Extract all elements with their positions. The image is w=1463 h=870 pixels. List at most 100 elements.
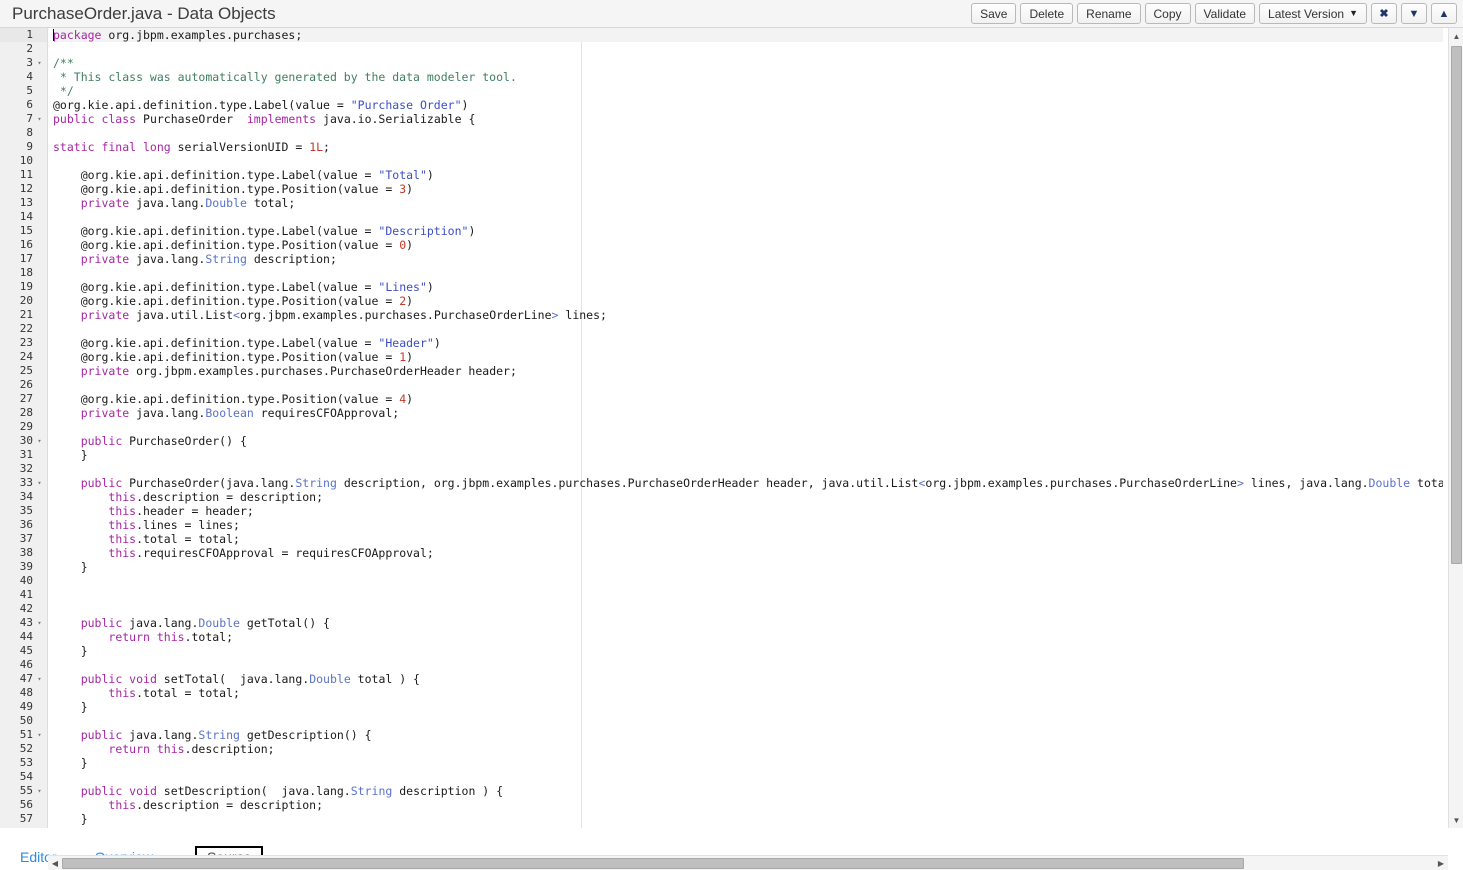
code-line[interactable]: this.lines = lines; [53, 518, 1443, 532]
line-number-gutter[interactable]: 123▾4567▾8910111213141516171819202122232… [0, 28, 48, 828]
scroll-left-icon[interactable]: ◀ [48, 856, 62, 870]
scroll-down-icon[interactable]: ▼ [1449, 812, 1463, 828]
chevron-up-button[interactable]: ▲ [1431, 3, 1457, 24]
code-line[interactable]: } [53, 700, 1443, 714]
code-line[interactable]: public void setDescription( java.lang.St… [53, 784, 1443, 798]
code-line[interactable] [53, 602, 1443, 616]
code-line[interactable]: private org.jbpm.examples.purchases.Purc… [53, 364, 1443, 378]
line-number-label: 53 [20, 756, 33, 769]
validate-button[interactable]: Validate [1195, 3, 1255, 24]
token-plain: @org.kie.api.definition.type.Position(va… [53, 182, 399, 196]
scroll-right-icon[interactable]: ▶ [1434, 856, 1448, 870]
close-button[interactable]: ✖ [1371, 3, 1397, 24]
code-line[interactable]: /** [53, 56, 1443, 70]
fold-toggle-icon[interactable]: ▾ [35, 672, 44, 686]
code-line[interactable] [53, 714, 1443, 728]
code-line[interactable] [53, 658, 1443, 672]
code-line[interactable] [53, 588, 1443, 602]
horizontal-scrollbar[interactable]: ◀ ▶ [48, 855, 1448, 870]
code-line[interactable] [53, 826, 1443, 828]
code-line[interactable]: private java.lang.Double total; [53, 196, 1443, 210]
code-line[interactable]: @org.kie.api.definition.type.Position(va… [53, 294, 1443, 308]
code-line[interactable]: this.description = description; [53, 798, 1443, 812]
code-line[interactable]: public class PurchaseOrder implements ja… [53, 112, 1443, 126]
code-line[interactable]: this.description = description; [53, 490, 1443, 504]
code-area[interactable]: package org.jbpm.examples.purchases; /**… [48, 28, 1443, 828]
code-line[interactable]: } [53, 644, 1443, 658]
horizontal-scroll-thumb[interactable] [62, 858, 1244, 869]
code-line[interactable]: public PurchaseOrder(java.lang.String de… [53, 476, 1443, 490]
code-line[interactable]: * This class was automatically generated… [53, 70, 1443, 84]
code-line[interactable]: @org.kie.api.definition.type.Label(value… [53, 168, 1443, 182]
code-line[interactable] [53, 126, 1443, 140]
rename-button[interactable]: Rename [1077, 3, 1140, 24]
code-line[interactable]: @org.kie.api.definition.type.Label(value… [53, 224, 1443, 238]
token-type: Double [198, 616, 240, 630]
code-line[interactable]: this.requiresCFOApproval = requiresCFOAp… [53, 546, 1443, 560]
vertical-scrollbar[interactable]: ▲ ▼ [1448, 28, 1463, 828]
code-line[interactable]: this.header = header; [53, 504, 1443, 518]
line-number: 53 [0, 756, 47, 770]
code-line[interactable]: } [53, 812, 1443, 826]
scroll-up-icon[interactable]: ▲ [1449, 28, 1463, 44]
code-line[interactable] [53, 42, 1443, 56]
delete-button[interactable]: Delete [1020, 3, 1073, 24]
code-line[interactable] [53, 420, 1443, 434]
code-line[interactable]: } [53, 448, 1443, 462]
fold-toggle-icon[interactable]: ▾ [35, 784, 44, 798]
code-line[interactable] [53, 770, 1443, 784]
line-number: 44 [0, 630, 47, 644]
source-editor[interactable]: 123▾4567▾8910111213141516171819202122232… [0, 28, 1463, 828]
code-line[interactable]: */ [53, 84, 1443, 98]
fold-toggle-icon[interactable]: ▾ [35, 616, 44, 630]
line-number: 42 [0, 602, 47, 616]
code-line[interactable] [53, 266, 1443, 280]
fold-toggle-icon[interactable]: ▾ [35, 112, 44, 126]
code-line[interactable]: @org.kie.api.definition.type.Position(va… [53, 392, 1443, 406]
code-line[interactable] [53, 574, 1443, 588]
code-line[interactable]: @org.kie.api.definition.type.Position(va… [53, 350, 1443, 364]
code-line[interactable]: this.total = total; [53, 532, 1443, 546]
code-line[interactable]: @org.kie.api.definition.type.Label(value… [53, 336, 1443, 350]
code-line[interactable]: return this.total; [53, 630, 1443, 644]
code-line[interactable]: this.total = total; [53, 686, 1443, 700]
code-lines[interactable]: package org.jbpm.examples.purchases; /**… [48, 28, 1443, 828]
line-number: 30▾ [0, 434, 47, 448]
code-line[interactable]: @org.kie.api.definition.type.Label(value… [53, 98, 1443, 112]
line-number-label: 57 [20, 812, 33, 825]
chevron-down-button[interactable]: ▼ [1401, 3, 1427, 24]
code-line[interactable] [53, 210, 1443, 224]
code-line[interactable] [53, 378, 1443, 392]
code-line[interactable]: package org.jbpm.examples.purchases; [53, 28, 1443, 42]
code-line[interactable]: public PurchaseOrder() { [53, 434, 1443, 448]
token-plain [53, 406, 81, 420]
fold-toggle-icon[interactable]: ▾ [35, 476, 44, 490]
fold-toggle-icon[interactable]: ▾ [35, 56, 44, 70]
code-line[interactable]: @org.kie.api.definition.type.Position(va… [53, 238, 1443, 252]
code-line[interactable]: private java.lang.Boolean requiresCFOApp… [53, 406, 1443, 420]
code-line[interactable] [53, 154, 1443, 168]
line-number-label: 29 [20, 420, 33, 433]
code-line[interactable]: private java.util.List<org.jbpm.examples… [53, 308, 1443, 322]
token-plain: requiresCFOApproval; [254, 406, 399, 420]
code-line[interactable]: static final long serialVersionUID = 1L; [53, 140, 1443, 154]
vertical-scroll-thumb[interactable] [1451, 46, 1462, 564]
fold-toggle-icon[interactable]: ▾ [35, 728, 44, 742]
code-line[interactable] [53, 462, 1443, 476]
line-number: 6 [0, 98, 47, 112]
copy-button[interactable]: Copy [1145, 3, 1191, 24]
version-selector[interactable]: Latest Version▼ [1259, 3, 1367, 24]
code-line[interactable]: } [53, 560, 1443, 574]
code-line[interactable]: return this.description; [53, 742, 1443, 756]
code-line[interactable]: private java.lang.String description; [53, 252, 1443, 266]
code-line[interactable]: } [53, 756, 1443, 770]
save-button[interactable]: Save [971, 3, 1016, 24]
code-line[interactable]: public java.lang.String getDescription()… [53, 728, 1443, 742]
code-line[interactable]: @org.kie.api.definition.type.Position(va… [53, 182, 1443, 196]
fold-toggle-icon[interactable]: ▾ [35, 434, 44, 448]
code-line[interactable]: public void setTotal( java.lang.Double t… [53, 672, 1443, 686]
code-line[interactable]: @org.kie.api.definition.type.Label(value… [53, 280, 1443, 294]
code-line[interactable]: public java.lang.Double getTotal() { [53, 616, 1443, 630]
token-kw: private [81, 252, 129, 266]
code-line[interactable] [53, 322, 1443, 336]
